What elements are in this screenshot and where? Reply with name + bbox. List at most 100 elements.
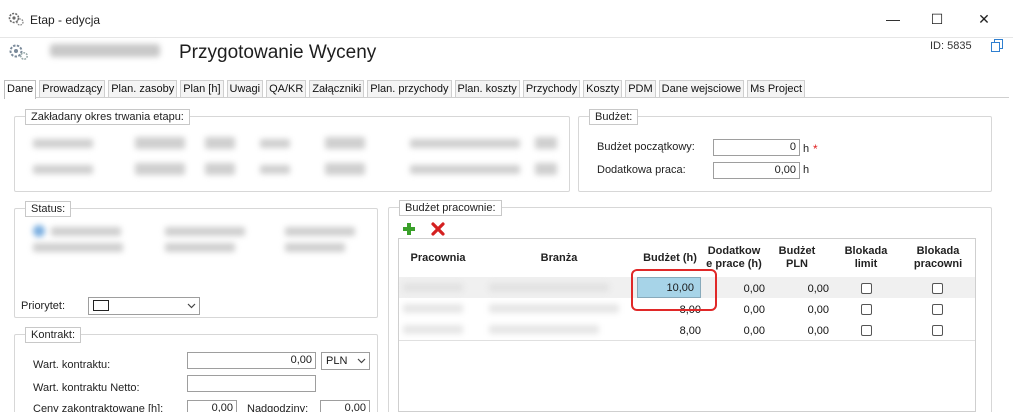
group-okres-trwania: Zakładany okres trwania etapu: bbox=[14, 109, 570, 192]
delete-icon[interactable] bbox=[431, 222, 445, 236]
redacted-field bbox=[325, 137, 365, 149]
tab-koszty[interactable]: Koszty bbox=[583, 80, 623, 97]
minimize-button[interactable]: — bbox=[871, 0, 915, 38]
gears-icon bbox=[9, 44, 28, 60]
tab-plan-zasoby[interactable]: Plan. zasoby bbox=[108, 80, 178, 97]
col-header-budzet-pln-line2: PLN bbox=[786, 258, 808, 270]
chevron-down-icon bbox=[187, 303, 196, 309]
blokada-limit-checkbox[interactable] bbox=[861, 325, 872, 336]
col-header-blokada-prac-line1: Blokada bbox=[916, 245, 960, 257]
redacted-cell bbox=[489, 325, 599, 334]
col-header-dodatkowe-prace[interactable]: Dodatkow e prace (h) bbox=[703, 245, 765, 271]
col-header-branza[interactable]: Branża bbox=[479, 252, 639, 265]
add-icon[interactable] bbox=[402, 222, 416, 236]
currency-select[interactable]: PLN bbox=[321, 352, 370, 370]
redacted-field bbox=[165, 227, 245, 236]
redacted-field bbox=[33, 165, 93, 174]
budzet-poczatkowy-unit: h bbox=[803, 143, 810, 155]
tab-ms-project[interactable]: Ms Project bbox=[747, 80, 806, 97]
wart-kontraktu-input[interactable]: 0,00 bbox=[187, 352, 316, 369]
col-header-dodatkowe-line1: Dodatkow bbox=[707, 245, 761, 257]
budzet-pln-cell[interactable]: 0,00 bbox=[785, 304, 829, 316]
redacted-field bbox=[260, 165, 290, 174]
budzet-poczatkowy-label: Budżet początkowy: bbox=[597, 141, 695, 153]
tab-zalaczniki[interactable]: Załączniki bbox=[309, 80, 365, 97]
budzet-h-cell[interactable]: 8,00 bbox=[657, 325, 701, 337]
maximize-button[interactable]: ☐ bbox=[915, 0, 959, 38]
group-title-budzet-pracownie: Budżet pracownie: bbox=[399, 200, 502, 216]
col-header-pracownia[interactable]: Pracownia bbox=[407, 252, 469, 265]
group-title-status: Status: bbox=[25, 201, 72, 217]
redacted-field bbox=[410, 165, 520, 174]
tab-uwagi[interactable]: Uwagi bbox=[226, 80, 264, 97]
required-marker: * bbox=[813, 142, 818, 156]
page-title: Przygotowanie Wyceny bbox=[179, 42, 377, 63]
nadgodziny-input[interactable]: 0,00 bbox=[320, 400, 370, 412]
redacted-field bbox=[535, 163, 557, 175]
dodatkowe-cell[interactable]: 0,00 bbox=[721, 283, 765, 295]
stage-code-redacted bbox=[50, 44, 160, 57]
col-header-blokada-pracowni[interactable]: Blokada pracowni bbox=[903, 245, 973, 271]
nadgodziny-label: Nadgodziny: bbox=[247, 403, 309, 412]
tab-plan-koszty[interactable]: Plan. koszty bbox=[454, 80, 520, 97]
redacted-field bbox=[285, 227, 355, 236]
table-divider bbox=[399, 340, 975, 341]
redacted-field bbox=[135, 137, 185, 149]
redacted-field bbox=[325, 163, 365, 175]
blokada-pracowni-checkbox[interactable] bbox=[932, 304, 943, 315]
col-header-budzet-h[interactable]: Budżet (h) bbox=[639, 252, 701, 265]
tab-dane[interactable]: Dane bbox=[4, 80, 37, 99]
redacted-cell bbox=[489, 283, 609, 292]
tab-plan-h[interactable]: Plan [h] bbox=[180, 80, 224, 97]
priorytet-select[interactable] bbox=[88, 297, 200, 315]
tab-prowadzacy[interactable]: Prowadzący bbox=[39, 80, 106, 97]
tab-qa-kr[interactable]: QA/KR bbox=[266, 80, 307, 97]
col-header-blokada-limit-line2: limit bbox=[854, 258, 878, 270]
budzet-pln-cell[interactable]: 0,00 bbox=[785, 283, 829, 295]
col-header-budzet-pln-line1: Budżet bbox=[778, 245, 816, 257]
dodatkowa-praca-input[interactable]: 0,00 bbox=[713, 162, 800, 179]
tab-plan-przychody[interactable]: Plan. przychody bbox=[367, 80, 452, 97]
blokada-limit-checkbox[interactable] bbox=[861, 283, 872, 294]
stage-id: ID: 5835 bbox=[930, 40, 972, 52]
blokada-pracowni-checkbox[interactable] bbox=[932, 325, 943, 336]
annotation-highlight-box bbox=[631, 269, 717, 311]
dodatkowa-praca-label: Dodatkowa praca: bbox=[597, 164, 686, 176]
dodatkowe-cell[interactable]: 0,00 bbox=[721, 325, 765, 337]
tab-strip: Dane Prowadzący Plan. zasoby Plan [h] Uw… bbox=[4, 80, 1009, 99]
tab-dane-wejsciowe[interactable]: Dane wejsciowe bbox=[658, 80, 745, 97]
priority-color-swatch bbox=[93, 300, 109, 311]
group-kontrakt: Kontrakt: Wart. kontraktu: 0,00 PLN Wart… bbox=[14, 327, 378, 412]
redacted-field bbox=[535, 137, 557, 149]
close-button[interactable]: ✕ bbox=[962, 0, 1006, 38]
col-header-blokada-prac-line2: pracowni bbox=[913, 258, 963, 270]
redacted-cell bbox=[403, 304, 463, 313]
tab-przychody[interactable]: Przychody bbox=[522, 80, 581, 97]
ceny-zakontraktowane-input[interactable]: 0,00 bbox=[187, 400, 237, 412]
window-titlebar bbox=[0, 0, 1013, 38]
chevron-down-icon bbox=[357, 358, 366, 364]
group-status: Status: Priorytet: bbox=[14, 201, 378, 318]
blokada-pracowni-checkbox[interactable] bbox=[932, 283, 943, 294]
redacted-field bbox=[33, 243, 123, 252]
group-title-budzet: Budżet: bbox=[589, 109, 639, 125]
group-title-okres: Zakładany okres trwania etapu: bbox=[25, 109, 190, 125]
currency-value: PLN bbox=[326, 355, 348, 367]
group-budzet: Budżet: Budżet początkowy: 0 h * Dodatko… bbox=[578, 109, 992, 192]
blokada-limit-checkbox[interactable] bbox=[861, 304, 872, 315]
col-header-budzet-pln[interactable]: Budżet PLN bbox=[769, 245, 825, 271]
budzet-poczatkowy-input[interactable]: 0 bbox=[713, 139, 800, 156]
redacted-field bbox=[205, 137, 235, 149]
copy-icon[interactable] bbox=[991, 39, 1003, 52]
dodatkowe-cell[interactable]: 0,00 bbox=[721, 304, 765, 316]
window-title: Etap - edycja bbox=[30, 13, 101, 27]
redacted-field bbox=[135, 163, 185, 175]
tab-pdm[interactable]: PDM bbox=[625, 80, 656, 97]
redacted-field bbox=[260, 139, 290, 148]
wart-kontraktu-netto-input[interactable] bbox=[187, 375, 316, 392]
dodatkowa-praca-unit: h bbox=[803, 164, 810, 176]
col-header-blokada-limit[interactable]: Blokada limit bbox=[831, 245, 901, 271]
ceny-zakontraktowane-label: Ceny zakontraktowane [h]: bbox=[33, 403, 164, 412]
group-title-kontrakt: Kontrakt: bbox=[25, 327, 82, 343]
budzet-pln-cell[interactable]: 0,00 bbox=[785, 325, 829, 337]
